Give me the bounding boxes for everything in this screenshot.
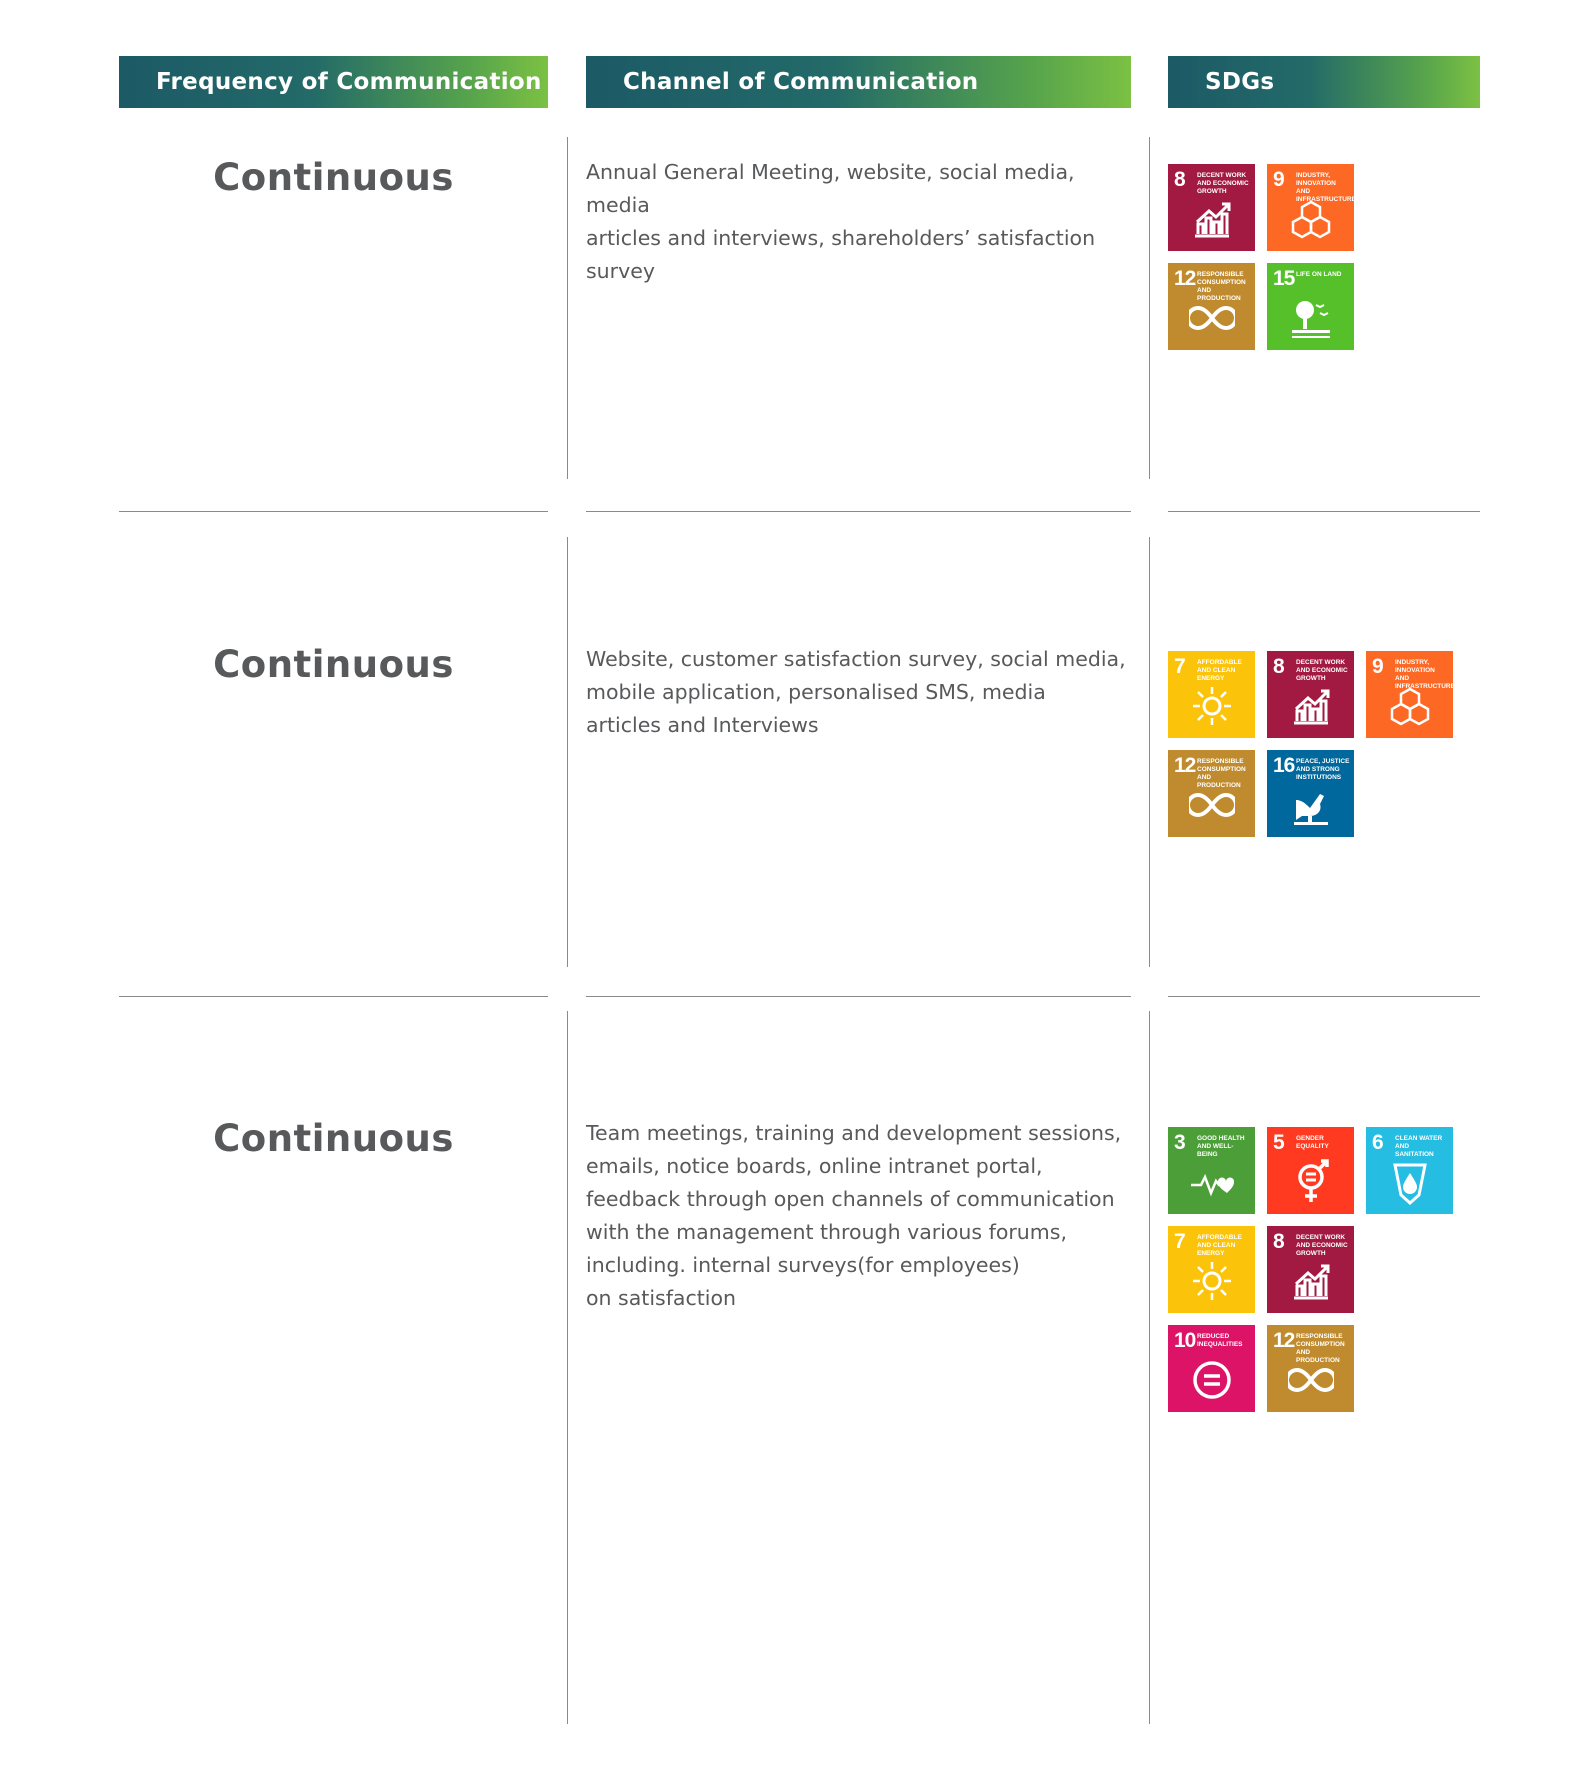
sdg-number: 8 [1273,655,1285,678]
sdg-number: 3 [1174,1131,1186,1154]
sdg-number: 12 [1174,267,1196,290]
sdg-title: Decent work and economic growth [1296,659,1348,682]
water-drop-icon [1393,1163,1427,1205]
sdg-title: Good health and well-being [1197,1135,1245,1158]
header-frequency: Frequency of Communication [119,56,548,108]
sdg-title: Decent work and economic growth [1296,1234,1348,1257]
sdg-number: 9 [1273,168,1285,191]
sdg-12-tile: 12 Responsible consumption and production [1267,1325,1354,1412]
growth-chart-icon [1294,689,1330,725]
sdg-number: 6 [1372,1131,1384,1154]
column-divider [1149,1011,1150,1724]
header-sdgs: SDGs [1168,56,1480,108]
sdg-number: 9 [1372,655,1384,678]
gender-icon [1298,1159,1329,1202]
tree-icon [1292,301,1330,338]
infinity-icon [1288,1367,1334,1393]
header-channel: Channel of Communication [586,56,1131,108]
sdg-12-tile: 12 Responsible consumption and production [1168,263,1255,350]
sdg-title: Decent work and economic growth [1197,172,1249,195]
column-divider [1149,137,1150,479]
sdg-number: 12 [1174,754,1196,777]
sdg-9-tile: 9 Industry, innovation and infrastructure [1366,651,1453,738]
sdg-16-tile: 16 Peace, justice and strong institutions [1267,750,1354,837]
sdg-9-tile: 9 Industry, innovation and infrastructure [1267,164,1354,251]
heartbeat-icon [1191,1173,1235,1197]
sdg-title: Clean water and sanitation [1395,1135,1443,1158]
sun-icon [1193,1262,1231,1300]
column-divider [567,137,568,479]
row-divider [1168,996,1480,997]
sdg-title: Gender equality [1296,1135,1329,1150]
column-divider [567,1011,568,1724]
row-divider [119,996,548,997]
dove-icon [1294,794,1328,825]
infinity-icon [1189,305,1235,331]
sdg-number: 12 [1273,1329,1295,1352]
sdg-8-tile: 8 Decent work and economic growth [1168,164,1255,251]
equality-icon [1193,1361,1231,1399]
row-divider [586,511,1131,512]
sdg-title: Peace, justice and strong institutions [1296,758,1350,781]
sdg-7-tile: 7 Affordable and clean energy [1168,1226,1255,1313]
sdg-number: 5 [1273,1131,1285,1154]
column-divider [567,537,568,967]
header-channel-label: Channel of Communication [623,69,979,95]
sdg-title: Affordable and clean energy [1197,659,1242,682]
sdg-number: 7 [1174,1230,1186,1253]
header-sdgs-label: SDGs [1205,69,1275,95]
channel-description: Annual General Meeting, website, social … [586,160,1096,283]
sun-icon [1193,687,1231,725]
frequency-value: Continuous [213,1117,454,1160]
cubes-icon [1390,687,1430,726]
sdg-number: 7 [1174,655,1186,678]
channel-description: Website, customer satisfaction survey, s… [586,647,1126,737]
growth-chart-icon [1294,1264,1330,1300]
sdg-number: 8 [1174,168,1186,191]
sdg-7-tile: 7 Affordable and clean energy [1168,651,1255,738]
row-divider [119,511,548,512]
sdg-title: Affordable and clean energy [1197,1234,1242,1257]
sdg-12-tile: 12 Responsible consumption and production [1168,750,1255,837]
frequency-value: Continuous [213,156,454,199]
sdg-6-tile: 6 Clean water and sanitation [1366,1127,1453,1214]
column-divider [1149,537,1150,967]
frequency-value: Continuous [213,643,454,686]
channel-description: Team meetings, training and development … [586,1121,1122,1310]
row-divider [1168,511,1480,512]
sdg-title: Life on land [1296,271,1342,278]
sdg-10-tile: 10 Reduced inequalities [1168,1325,1255,1412]
sdg-3-tile: 3 Good health and well-being [1168,1127,1255,1214]
sdg-8-tile: 8 Decent work and economic growth [1267,1226,1354,1313]
infinity-icon [1189,792,1235,818]
sdg-title: Reduced inequalities [1197,1333,1243,1348]
row-divider [586,996,1131,997]
sdg-5-tile: 5 Gender equality [1267,1127,1354,1214]
cubes-icon [1291,200,1331,239]
header-frequency-label: Frequency of Communication [156,69,542,95]
sdg-number: 15 [1273,267,1295,290]
sdg-number: 16 [1273,754,1295,777]
sdg-number: 10 [1174,1329,1196,1352]
sdg-15-tile: 15 Life on land [1267,263,1354,350]
sdg-8-tile: 8 Decent work and economic growth [1267,651,1354,738]
sdg-number: 8 [1273,1230,1285,1253]
growth-chart-icon [1195,202,1231,238]
